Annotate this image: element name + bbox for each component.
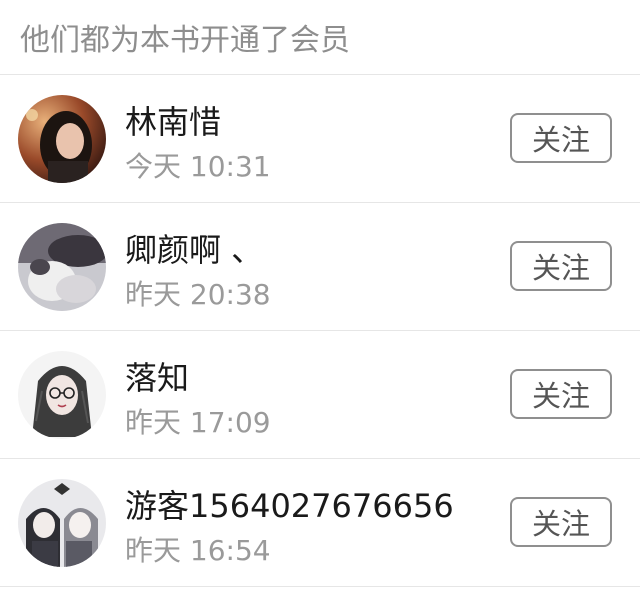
- join-time: 昨天 16:54: [125, 534, 271, 567]
- list-item[interactable]: 落知 昨天 17:09 关注: [0, 331, 640, 459]
- avatar[interactable]: [18, 95, 106, 183]
- avatar[interactable]: [18, 479, 106, 567]
- avatar-photo-cat: [18, 223, 106, 311]
- member-list-page: 他们都为本书开通了会员 林南惜 今天 10:31 关注 卿颜啊 、 昨天 20:…: [0, 0, 640, 593]
- list-item[interactable]: 林南惜 今天 10:31 关注: [0, 75, 640, 203]
- follow-button[interactable]: 关注: [510, 497, 612, 547]
- list-item[interactable]: 游客1564027676656 昨天 16:54 关注: [0, 459, 640, 587]
- header-title: 他们都为本书开通了会员: [20, 23, 350, 58]
- join-time: 昨天 17:09: [125, 406, 271, 439]
- member-name: 林南惜: [125, 103, 222, 141]
- member-name: 落知: [125, 359, 190, 397]
- avatar-illustration-two-girls: [18, 479, 106, 567]
- follow-button[interactable]: 关注: [510, 241, 612, 291]
- member-name: 游客1564027676656: [125, 487, 454, 525]
- member-name: 卿颜啊 、: [125, 231, 264, 269]
- avatar-photo-woman: [18, 95, 106, 183]
- follow-button[interactable]: 关注: [510, 369, 612, 419]
- list-header: 他们都为本书开通了会员: [0, 0, 640, 75]
- join-time: 今天 10:31: [125, 150, 271, 183]
- avatar[interactable]: [18, 351, 106, 439]
- follow-button[interactable]: 关注: [510, 113, 612, 163]
- avatar[interactable]: [18, 223, 106, 311]
- avatar-illustration-girl-glasses: [18, 351, 106, 439]
- join-time: 昨天 20:38: [125, 278, 271, 311]
- list-item[interactable]: 卿颜啊 、 昨天 20:38 关注: [0, 203, 640, 331]
